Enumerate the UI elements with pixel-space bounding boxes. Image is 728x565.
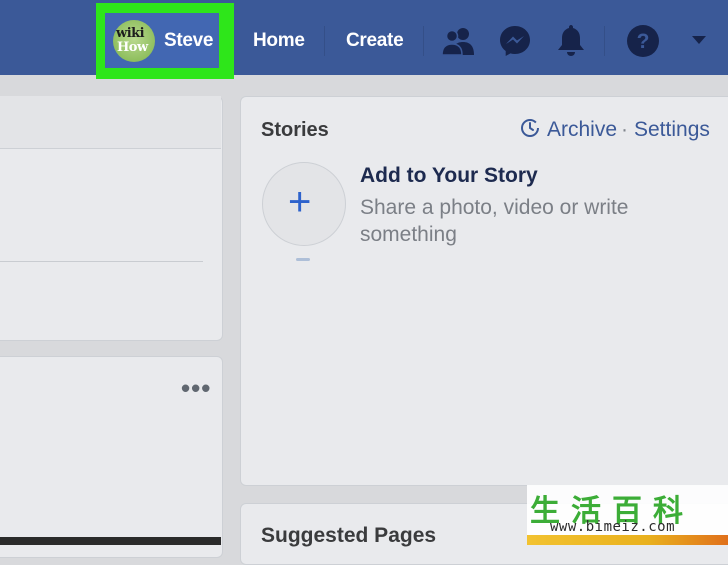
account-menu-caret-icon[interactable] bbox=[690, 34, 708, 46]
archive-link[interactable]: Archive bbox=[547, 118, 617, 142]
plus-icon: + bbox=[288, 180, 312, 224]
add-story-description: Share a photo, video or write something bbox=[360, 196, 629, 246]
settings-link[interactable]: Settings bbox=[634, 118, 710, 142]
stories-title: Stories bbox=[261, 119, 329, 141]
svg-text:?: ? bbox=[637, 30, 650, 53]
notifications-bell-icon[interactable] bbox=[556, 23, 586, 57]
avatar-text-wiki: wiki bbox=[116, 26, 145, 41]
add-story-title[interactable]: Add to Your Story bbox=[360, 164, 538, 188]
watermark-url: www.bimeiz.com bbox=[550, 519, 676, 535]
avatar-text-how: How bbox=[117, 40, 148, 55]
help-icon[interactable]: ? bbox=[626, 24, 660, 58]
nav-divider bbox=[423, 26, 424, 56]
nav-divider bbox=[604, 26, 605, 56]
nav-create-link[interactable]: Create bbox=[346, 30, 404, 52]
left-card-header bbox=[0, 96, 221, 149]
divider bbox=[0, 261, 203, 262]
watermark-stripe bbox=[527, 535, 728, 545]
friends-icon[interactable] bbox=[441, 26, 475, 56]
messenger-icon[interactable] bbox=[498, 24, 532, 58]
nav-divider bbox=[324, 26, 325, 56]
archive-clock-icon[interactable] bbox=[519, 117, 541, 139]
link-separator: · bbox=[621, 118, 628, 141]
more-options-icon[interactable]: ••• bbox=[181, 375, 211, 401]
suggested-pages-title: Suggested Pages bbox=[261, 524, 437, 547]
profile-name[interactable]: Steve bbox=[164, 30, 214, 52]
nav-home-link[interactable]: Home bbox=[253, 30, 305, 52]
post-image-edge bbox=[0, 537, 221, 545]
avatar[interactable]: wiki How bbox=[113, 20, 155, 62]
stories-panel bbox=[240, 96, 728, 486]
story-indicator bbox=[296, 258, 310, 261]
